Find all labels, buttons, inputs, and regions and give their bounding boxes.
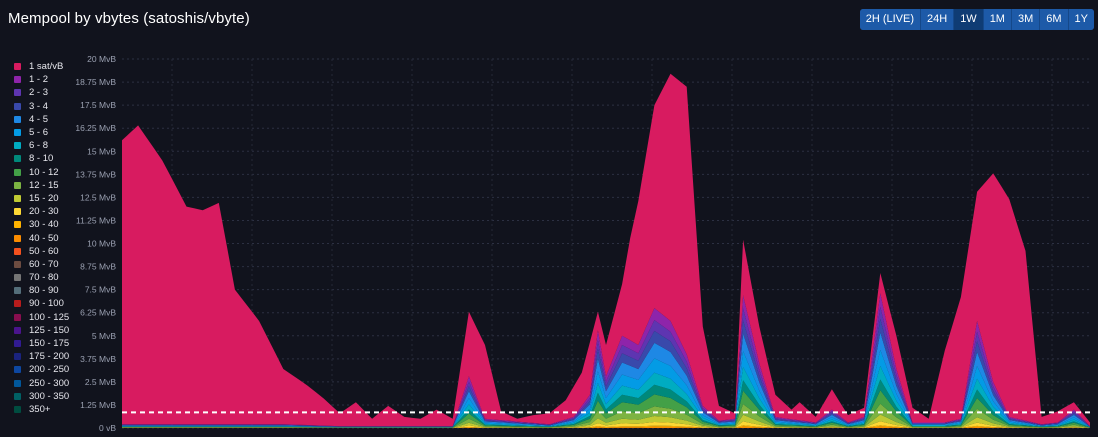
y-tick-label: 8.75 MvB	[80, 262, 116, 272]
y-tick-label: 20 MvB	[87, 54, 116, 64]
mempool-area-chart: 0 vB 1.25 MvB 2.5 MvB 3.75 MvB 5 MvB 6.25 MvB…	[75, 54, 1090, 433]
y-tick-label: 5 MvB	[92, 331, 116, 341]
y-tick-label: 7.5 MvB	[85, 285, 117, 295]
y-tick-label: 0 vB	[99, 423, 116, 433]
y-tick-label: 2.5 MvB	[85, 377, 117, 387]
y-tick-label: 16.25 MvB	[75, 123, 116, 133]
y-tick-label: 1.25 MvB	[80, 400, 116, 410]
y-tick-label: 3.75 MvB	[80, 354, 116, 364]
series-area-1-sat-vb	[122, 73, 1090, 427]
y-tick-label: 13.75 MvB	[75, 169, 116, 179]
y-tick-label: 15 MvB	[87, 146, 116, 156]
y-tick-label: 11.25 MvB	[76, 215, 116, 225]
y-tick-label: 17.5 MvB	[80, 100, 116, 110]
y-tick-label: 18.75 MvB	[75, 77, 116, 87]
y-tick-label: 12.5 MvB	[80, 192, 116, 202]
y-tick-label: 10 MvB	[87, 239, 116, 249]
y-tick-label: 6.25 MvB	[80, 308, 116, 318]
